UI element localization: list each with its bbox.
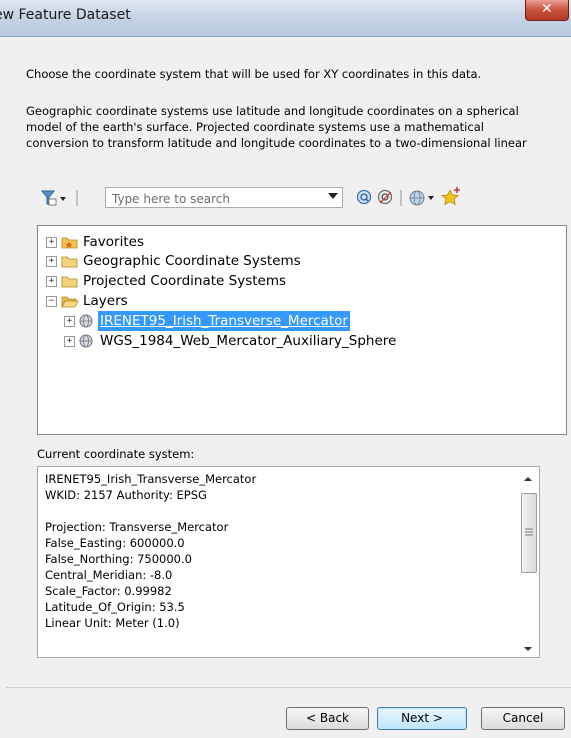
folder-icon — [61, 256, 78, 268]
detail-line: Linear Unit: Meter (1.0) — [45, 616, 180, 630]
scroll-down-icon[interactable] — [523, 645, 533, 653]
expand-icon[interactable]: + — [46, 276, 57, 287]
detail-line: WKID: 2157 Authority: EPSG — [45, 488, 207, 502]
tree-item-favorites[interactable]: + Favorites — [46, 232, 346, 252]
tree-item-projected-coordinate-systems[interactable]: + Projected Coordinate Systems — [46, 271, 396, 291]
close-button[interactable]: ✕ — [525, 0, 569, 21]
folder-icon — [61, 276, 78, 288]
detail-line: Latitude_Of_Origin: 53.5 — [45, 600, 185, 614]
search-box[interactable] — [105, 187, 343, 208]
detail-line: False_Northing: 750000.0 — [45, 552, 192, 566]
clear-search-icon[interactable] — [377, 189, 395, 207]
tree-item-label: WGS_1984_Web_Mercator_Auxiliary_Sphere — [100, 333, 397, 349]
next-button[interactable]: Next > — [377, 707, 467, 730]
tree-item-layers[interactable]: − Layers — [46, 291, 246, 311]
close-icon: ✕ — [541, 1, 553, 17]
tree-item-irenet95[interactable]: + IRENET95_Irish_Transverse_Mercator — [64, 311, 364, 331]
detail-line: IRENET95_Irish_Transverse_Mercator — [45, 472, 257, 486]
window-title: ew Feature Dataset — [0, 7, 131, 23]
detail-line: Projection: Transverse_Mercator — [45, 520, 229, 534]
tree-item-label: Favorites — [83, 234, 144, 250]
intro-text: Choose the coordinate system that will b… — [26, 67, 482, 81]
filter-icon[interactable] — [40, 188, 88, 208]
tree-item-label-selected: IRENET95_Irish_Transverse_Mercator — [98, 311, 350, 331]
description-line-1: Geographic coordinate systems use latitu… — [26, 104, 519, 118]
back-button[interactable]: < Back — [286, 707, 369, 730]
tree-item-label: Geographic Coordinate Systems — [83, 253, 301, 269]
current-system-details: IRENET95_Irish_Transverse_Mercator WKID:… — [37, 466, 540, 658]
footer-separator — [6, 687, 571, 688]
description-line-3: conversion to transform latitude and lon… — [26, 136, 527, 150]
globe-icon — [79, 314, 93, 328]
expand-icon[interactable]: + — [64, 316, 75, 327]
tree-item-geographic-coordinate-systems[interactable]: + Geographic Coordinate Systems — [46, 251, 396, 271]
vertical-scrollbar[interactable] — [519, 467, 539, 657]
favorites-folder-icon — [61, 237, 78, 249]
scroll-up-icon[interactable] — [523, 475, 533, 483]
add-favorite-icon[interactable] — [440, 186, 462, 208]
tree-item-label: Projected Coordinate Systems — [83, 273, 287, 289]
detail-line: Central_Meridian: -8.0 — [45, 568, 173, 582]
scroll-thumb[interactable] — [521, 493, 537, 573]
current-system-label: Current coordinate system: — [37, 447, 195, 461]
detail-line: Scale_Factor: 0.99982 — [45, 584, 172, 598]
search-dropdown-arrow-icon[interactable] — [328, 193, 338, 199]
description-line-2: model of the earth's surface. Projected … — [26, 120, 484, 134]
search-icon[interactable] — [356, 189, 374, 207]
grip-icon — [525, 528, 533, 536]
toolbar-separator — [400, 190, 402, 206]
expand-icon[interactable]: + — [46, 237, 57, 248]
detail-line: False_Easting: 600000.0 — [45, 536, 185, 550]
globe-icon[interactable] — [408, 188, 438, 208]
expand-icon[interactable]: + — [46, 256, 57, 267]
tree-item-wgs1984[interactable]: + WGS_1984_Web_Mercator_Auxiliary_Sphere — [64, 331, 404, 351]
title-bar: ew Feature Dataset ✕ — [0, 0, 571, 37]
tree-item-label: Layers — [83, 293, 128, 309]
open-folder-icon — [61, 296, 79, 308]
coordinate-system-tree[interactable]: + Favorites + Geographic Coordinate Syst… — [37, 225, 567, 435]
expand-icon[interactable]: + — [64, 336, 75, 347]
globe-icon — [79, 334, 93, 348]
collapse-icon[interactable]: − — [46, 296, 57, 307]
cancel-button[interactable]: Cancel — [481, 707, 565, 730]
search-input[interactable] — [106, 190, 328, 208]
